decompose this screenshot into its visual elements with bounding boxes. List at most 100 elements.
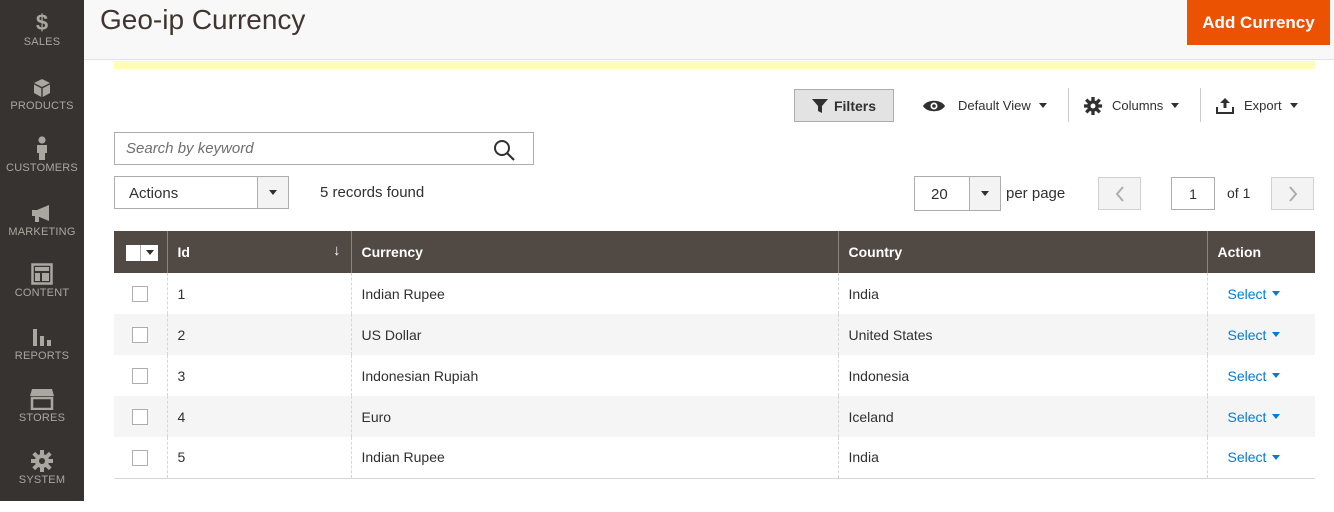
- row-action-select[interactable]: Select: [1228, 368, 1281, 384]
- sidebar-item-system[interactable]: SYSTEM: [0, 450, 84, 512]
- sidebar-item-products[interactable]: PRODUCTS: [0, 78, 84, 140]
- next-page-button[interactable]: [1271, 177, 1314, 210]
- select-label: Select: [1227, 367, 1267, 384]
- funnel-icon: [811, 98, 828, 113]
- chevron-down-icon: [269, 190, 277, 195]
- page-title: Geo-ip Currency: [100, 4, 306, 35]
- cell-currency: Indian Rupee: [350, 437, 838, 479]
- cell-country: India: [837, 437, 1207, 479]
- row-checkbox[interactable]: [132, 327, 148, 344]
- sidebar-item-marketing[interactable]: MARKETING: [0, 204, 84, 266]
- column-header-country[interactable]: Country: [837, 231, 1207, 273]
- sidebar-item-label: SALES: [23, 36, 61, 48]
- table-row: 4 Euro Iceland Select: [114, 396, 1315, 437]
- row-action-select[interactable]: Select: [1228, 286, 1281, 302]
- sidebar-item-label: SYSTEM: [18, 474, 66, 486]
- filters-button[interactable]: Filters: [794, 89, 894, 122]
- per-page-value: 20: [931, 186, 948, 203]
- table-row: 3 Indonesian Rupiah Indonesia Select: [114, 355, 1315, 396]
- dropdown-toggle[interactable]: [969, 177, 1000, 210]
- per-page-label: per page: [1006, 185, 1066, 202]
- sidebar-item-label: PRODUCTS: [10, 100, 74, 112]
- gear-icon: [1084, 96, 1102, 115]
- table-row: 2 US Dollar United States Select: [114, 314, 1315, 355]
- column-header-id[interactable]: Id ↓: [166, 231, 351, 273]
- select-label: Select: [1227, 326, 1267, 343]
- row-checkbox[interactable]: [132, 449, 148, 466]
- records-found: 5 records found: [320, 184, 425, 201]
- sidebar-item-label: MARKETING: [8, 226, 76, 238]
- sidebar-item-label: STORES: [18, 412, 66, 424]
- cell-country: India: [837, 273, 1207, 314]
- chevron-left-icon: [1115, 185, 1124, 202]
- cell-currency: Indian Rupee: [350, 273, 838, 314]
- sidebar-item-label: CUSTOMERS: [6, 162, 78, 174]
- select-label: Select: [1227, 408, 1267, 425]
- dropdown-toggle[interactable]: [257, 177, 288, 208]
- sidebar-item-sales[interactable]: $ SALES: [0, 12, 84, 74]
- cell-currency: Euro: [350, 396, 838, 437]
- export-label: Export: [1244, 98, 1282, 113]
- chevron-down-icon: [981, 191, 989, 196]
- cell-country: United States: [837, 314, 1207, 355]
- column-header-label: Country: [848, 244, 903, 260]
- row-action-select[interactable]: Select: [1228, 449, 1281, 465]
- sort-down-icon: ↓: [333, 242, 341, 259]
- cell-id: 5: [166, 437, 351, 479]
- column-header-label: Action: [1217, 244, 1262, 260]
- export-dropdown[interactable]: Export: [1216, 89, 1298, 122]
- table-header-row: Id ↓ Currency Country Action: [114, 231, 1315, 273]
- chevron-down-icon: [1272, 454, 1281, 460]
- sidebar-item-label: CONTENT: [14, 287, 70, 299]
- admin-sidebar: $ SALES PRODUCTS CUSTOMERS MARKETING CON…: [0, 0, 84, 501]
- actions-dropdown[interactable]: Actions: [114, 176, 289, 209]
- current-page-input[interactable]: [1171, 177, 1215, 210]
- cell-id: 3: [166, 355, 351, 396]
- sidebar-item-stores[interactable]: STORES: [0, 388, 84, 450]
- table-row: 1 Indian Rupee India Select: [114, 273, 1315, 314]
- sidebar-item-content[interactable]: CONTENT: [0, 263, 84, 325]
- cell-id: 1: [166, 273, 351, 314]
- column-header-currency[interactable]: Currency: [350, 231, 838, 273]
- export-icon: [1216, 97, 1234, 114]
- table-row: 5 Indian Rupee India Select: [114, 437, 1315, 479]
- row-action-select[interactable]: Select: [1228, 409, 1281, 425]
- row-checkbox[interactable]: [132, 368, 148, 385]
- search-icon[interactable]: [493, 139, 515, 161]
- default-view-label: Default View: [958, 98, 1031, 113]
- per-page-select[interactable]: 20: [914, 176, 1001, 211]
- chevron-down-icon: [1289, 103, 1298, 108]
- prev-page-button[interactable]: [1098, 177, 1141, 210]
- cell-id: 4: [166, 396, 351, 437]
- add-currency-button[interactable]: Add Currency: [1187, 0, 1330, 45]
- row-checkbox[interactable]: [132, 409, 148, 426]
- page-header: Geo-ip Currency Add Currency: [84, 0, 1334, 60]
- chevron-right-icon: [1288, 185, 1297, 202]
- page-count: of 1: [1227, 185, 1251, 201]
- sidebar-item-customers[interactable]: CUSTOMERS: [0, 136, 84, 198]
- mass-select-toggle[interactable]: [126, 244, 158, 261]
- cell-country: Iceland: [837, 396, 1207, 437]
- cell-currency: Indonesian Rupiah: [350, 355, 838, 396]
- row-checkbox[interactable]: [132, 286, 148, 303]
- chevron-down-icon: [1272, 414, 1281, 419]
- megaphone-icon: [32, 205, 49, 222]
- layout-icon: [31, 263, 53, 285]
- toolbar-divider: [1068, 88, 1069, 122]
- dollar-icon: $: [35, 10, 49, 35]
- columns-label: Columns: [1112, 98, 1164, 113]
- cell-id: 2: [166, 314, 351, 355]
- notice-bar: [114, 61, 1315, 69]
- default-view-dropdown[interactable]: Default View: [922, 89, 1047, 122]
- row-action-select[interactable]: Select: [1228, 327, 1281, 343]
- column-header-label: Id: [177, 244, 190, 260]
- columns-dropdown[interactable]: Columns: [1084, 89, 1180, 122]
- actions-label: Actions: [129, 185, 179, 202]
- search-input[interactable]: [115, 133, 485, 164]
- sidebar-item-reports[interactable]: REPORTS: [0, 326, 84, 388]
- eye-icon: [923, 100, 945, 111]
- search-box: [114, 132, 534, 165]
- filters-label: Filters: [833, 97, 876, 114]
- currency-grid: Id ↓ Currency Country Action 1 Indian Rup…: [114, 231, 1315, 479]
- box-icon: [34, 79, 50, 97]
